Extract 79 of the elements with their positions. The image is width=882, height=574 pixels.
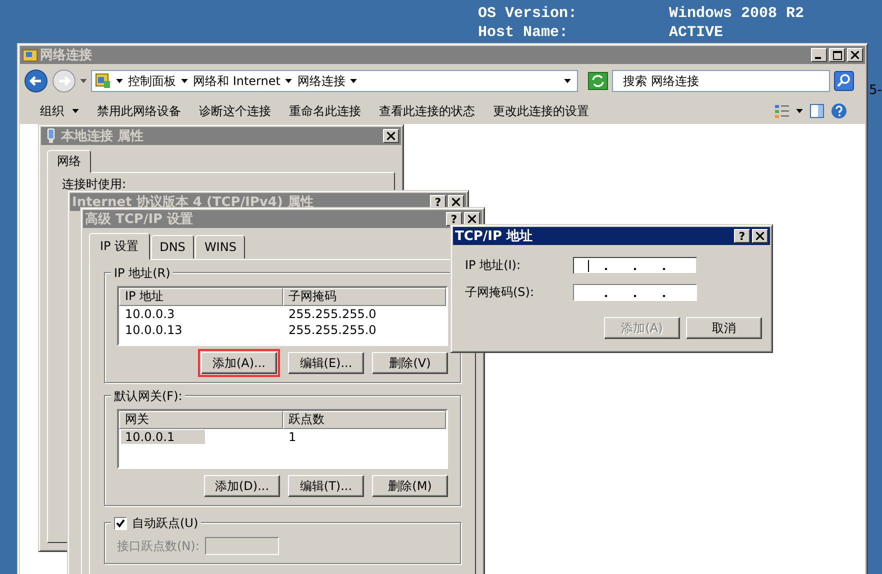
dialog-button[interactable]: 取消	[686, 317, 762, 339]
caret-icon[interactable]	[181, 78, 188, 84]
dialog-button[interactable]: 删除(V)	[372, 352, 448, 374]
close-icon	[387, 132, 395, 140]
toolbar-button[interactable]: 重命名此连接	[283, 102, 367, 120]
tab[interactable]: 网络	[47, 150, 91, 173]
search-field[interactable]: 搜索 网络连接	[612, 70, 830, 92]
input-field[interactable]	[205, 537, 280, 555]
refresh-button[interactable]	[588, 72, 608, 90]
list-cell[interactable]: 1	[284, 430, 300, 444]
toolbar-button[interactable]: 禁用此网络设备	[91, 102, 187, 120]
view-icon[interactable]	[774, 103, 790, 119]
close-icon	[452, 198, 460, 206]
edge-text: 5-	[869, 83, 882, 98]
tab[interactable]: IP 设置	[89, 233, 150, 260]
field-label: 连接时使用:	[62, 176, 128, 193]
column-header[interactable]: 跃点数	[282, 411, 446, 429]
maximize-icon	[832, 50, 842, 60]
search-button[interactable]	[834, 71, 854, 91]
close-icon	[468, 215, 476, 223]
list-cell[interactable]: 255.255.255.0	[284, 307, 380, 321]
caret-icon[interactable]	[350, 78, 358, 84]
text-cursor	[588, 260, 589, 272]
help-button[interactable]: ?	[734, 229, 750, 243]
list-box[interactable]: 网关 跃点数 10.0.0.1 1	[117, 409, 448, 469]
breadcrumb-item[interactable]: 控制面板	[128, 72, 176, 90]
help-icon[interactable]	[831, 103, 847, 119]
dialog-button[interactable]: 编辑(T)...	[288, 475, 364, 497]
window-title: TCP/IP 地址	[455, 228, 533, 245]
info-label: OS Version:	[478, 4, 578, 23]
close-button[interactable]	[752, 229, 768, 243]
input-field[interactable]	[573, 284, 697, 301]
toolbar-button[interactable]: 查看此连接的状态	[373, 102, 481, 120]
network-folder-icon	[22, 47, 38, 63]
address-bar[interactable]: 控制面板 网络和 Internet 网络连接	[91, 70, 578, 92]
dialog-button[interactable]: 编辑(E)...	[288, 352, 364, 374]
check-icon	[116, 519, 125, 528]
list-cell[interactable]: 255.255.255.0	[284, 323, 380, 337]
caret-icon[interactable]	[285, 78, 292, 84]
info-value: Windows 2008 R2	[669, 4, 804, 23]
window-title: 网络连接	[40, 46, 92, 64]
breadcrumb-item[interactable]: 网络和 Internet	[193, 72, 280, 90]
close-icon	[756, 232, 764, 240]
column-header[interactable]: IP 地址	[119, 288, 282, 306]
group-label: IP 地址(R)	[111, 265, 174, 282]
checkbox[interactable]: 自动跃点(U)	[111, 515, 202, 532]
window-title: 高级 TCP/IP 设置	[85, 210, 194, 228]
column-header[interactable]: 网关	[119, 411, 282, 429]
toolbar-button[interactable]: 诊断这个连接	[193, 102, 277, 120]
control-panel-icon	[95, 73, 111, 89]
dropdown-icon[interactable]	[564, 78, 571, 84]
info-label: Host Name:	[478, 23, 570, 42]
list-cell[interactable]: 10.0.0.13	[121, 323, 186, 337]
window-title: 本地连接 属性	[61, 128, 144, 145]
caret-icon	[72, 108, 79, 114]
dialog-button[interactable]: 添加(A)...	[201, 352, 277, 374]
tab[interactable]: DNS	[150, 235, 194, 259]
dialog-button[interactable]: 删除(M)	[372, 475, 448, 497]
close-icon	[851, 51, 859, 59]
tab[interactable]: WINS	[195, 235, 246, 259]
group-label: 默认网关(F):	[111, 388, 186, 405]
column-header[interactable]: 子网掩码	[282, 288, 446, 306]
input-field[interactable]	[573, 257, 697, 274]
field-label: IP 地址(I):	[465, 257, 522, 274]
caret-icon[interactable]	[116, 78, 123, 84]
window-title: Internet 协议版本 4 (TCP/IPv4) 属性	[72, 194, 314, 211]
list-cell[interactable]: 10.0.0.1	[121, 430, 205, 444]
toolbar-button[interactable]: 组织	[34, 102, 85, 120]
field-label: 子网掩码(S):	[465, 284, 536, 301]
caret-icon[interactable]	[796, 108, 803, 114]
info-value: ACTIVE	[669, 23, 724, 42]
back-button[interactable]	[24, 69, 48, 93]
field-label: 接口跃点数(N):	[117, 538, 200, 554]
dialog-button[interactable]: 添加(D)...	[204, 475, 280, 497]
breadcrumb-item[interactable]: 网络连接	[297, 72, 346, 90]
list-box[interactable]: IP 地址 子网掩码 10.0.0.3 255.255.255.0 10.0.0.13 255.255.255.0	[117, 286, 448, 346]
toolbar-button[interactable]: 更改此连接的设置	[487, 102, 595, 120]
list-cell[interactable]: 10.0.0.3	[121, 307, 179, 321]
preview-pane-icon[interactable]	[809, 103, 825, 119]
